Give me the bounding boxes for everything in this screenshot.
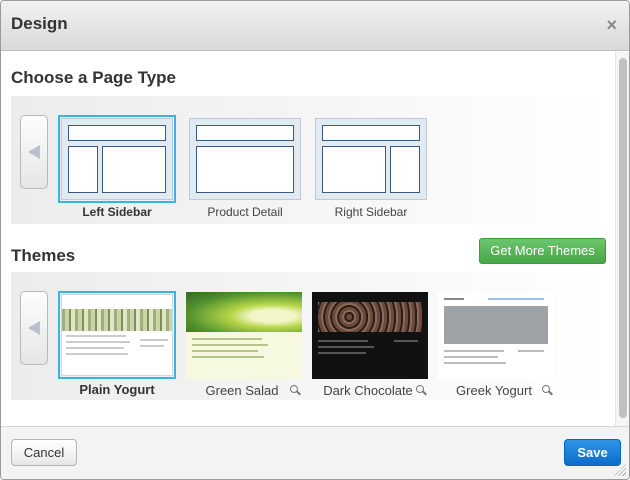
layout-header-block (68, 125, 166, 141)
theme-thumbnail (61, 294, 173, 376)
get-more-themes-button[interactable]: Get More Themes (479, 238, 606, 264)
magnifier-icon[interactable] (542, 385, 553, 396)
dialog-titlebar: Design × (1, 1, 629, 51)
layout-header-block (322, 125, 420, 141)
thumbnail-banner (186, 292, 302, 332)
thumbnail-text-line (66, 335, 126, 337)
dialog-title: Design (11, 14, 68, 33)
thumbnail-banner (444, 306, 548, 344)
thumbnail-text-line (66, 347, 124, 349)
theme-label: Green Salad (205, 383, 279, 398)
thumbnail-text-line (192, 356, 264, 358)
theme-thumbnail (438, 292, 554, 379)
save-button[interactable]: Save (564, 439, 621, 466)
thumbnail-text-line (444, 298, 464, 300)
page-type-label: Left Sidebar (82, 205, 152, 219)
theme-label: Dark Chocolate (323, 383, 413, 398)
thumbnail-text-line (444, 356, 498, 358)
thumbnail-text-line (444, 362, 506, 364)
layout-thumbnail (315, 118, 427, 200)
thumbnail-text-line (318, 340, 368, 342)
layout-header-block (196, 125, 294, 141)
theme-thumbnail (312, 292, 428, 379)
layout-thumbnail (189, 118, 301, 200)
layout-main-block (102, 146, 166, 193)
layout-thumbnail (61, 118, 173, 200)
arrow-left-icon (28, 321, 40, 335)
scrollbar-thumb[interactable] (619, 58, 627, 418)
arrow-left-icon (28, 145, 40, 159)
close-icon[interactable]: × (606, 16, 617, 34)
thumbnail-text-line (318, 346, 374, 348)
thumbnail-text-line (66, 353, 128, 355)
layout-main-block (196, 146, 294, 193)
themes-prev-button[interactable] (20, 291, 48, 365)
design-dialog: Design × Choose a Page Type Left Sidebar… (0, 0, 630, 480)
thumbnail-text-line (518, 350, 544, 352)
themes-heading: Themes (11, 246, 76, 265)
thumbnail-text-line (394, 340, 418, 342)
thumbnail-banner (62, 309, 172, 331)
page-type-label: Product Detail (207, 205, 283, 219)
layout-sidebar-block (390, 146, 420, 193)
magnifier-icon[interactable] (416, 385, 427, 396)
page-type-label: Right Sidebar (334, 205, 408, 219)
thumbnail-text-line (140, 345, 164, 347)
thumbnail-nav (488, 298, 544, 300)
cancel-button[interactable]: Cancel (11, 439, 77, 466)
thumbnail-banner (318, 302, 422, 332)
dialog-footer: Cancel Save (1, 426, 629, 479)
thumbnail-text-line (192, 344, 268, 346)
magnifier-handle (548, 390, 553, 396)
thumbnail-text-line (318, 352, 366, 354)
thumbnail-text-line (192, 338, 262, 340)
scrollbar[interactable] (615, 52, 629, 426)
layout-main-block (322, 146, 386, 193)
theme-label: Plain Yogurt (79, 382, 155, 397)
page-type-prev-button[interactable] (20, 115, 48, 189)
magnifier-handle (422, 390, 427, 396)
magnifier-icon[interactable] (290, 385, 301, 396)
thumbnail-text-line (66, 341, 130, 343)
page-type-heading: Choose a Page Type (11, 68, 177, 87)
magnifier-handle (296, 390, 301, 396)
thumbnail-text-line (192, 350, 258, 352)
layout-sidebar-block (68, 146, 98, 193)
theme-thumbnail (186, 292, 302, 379)
thumbnail-body (186, 332, 302, 379)
thumbnail-text-line (444, 350, 504, 352)
theme-label: Greek Yogurt (456, 383, 532, 398)
thumbnail-text-line (140, 339, 168, 341)
